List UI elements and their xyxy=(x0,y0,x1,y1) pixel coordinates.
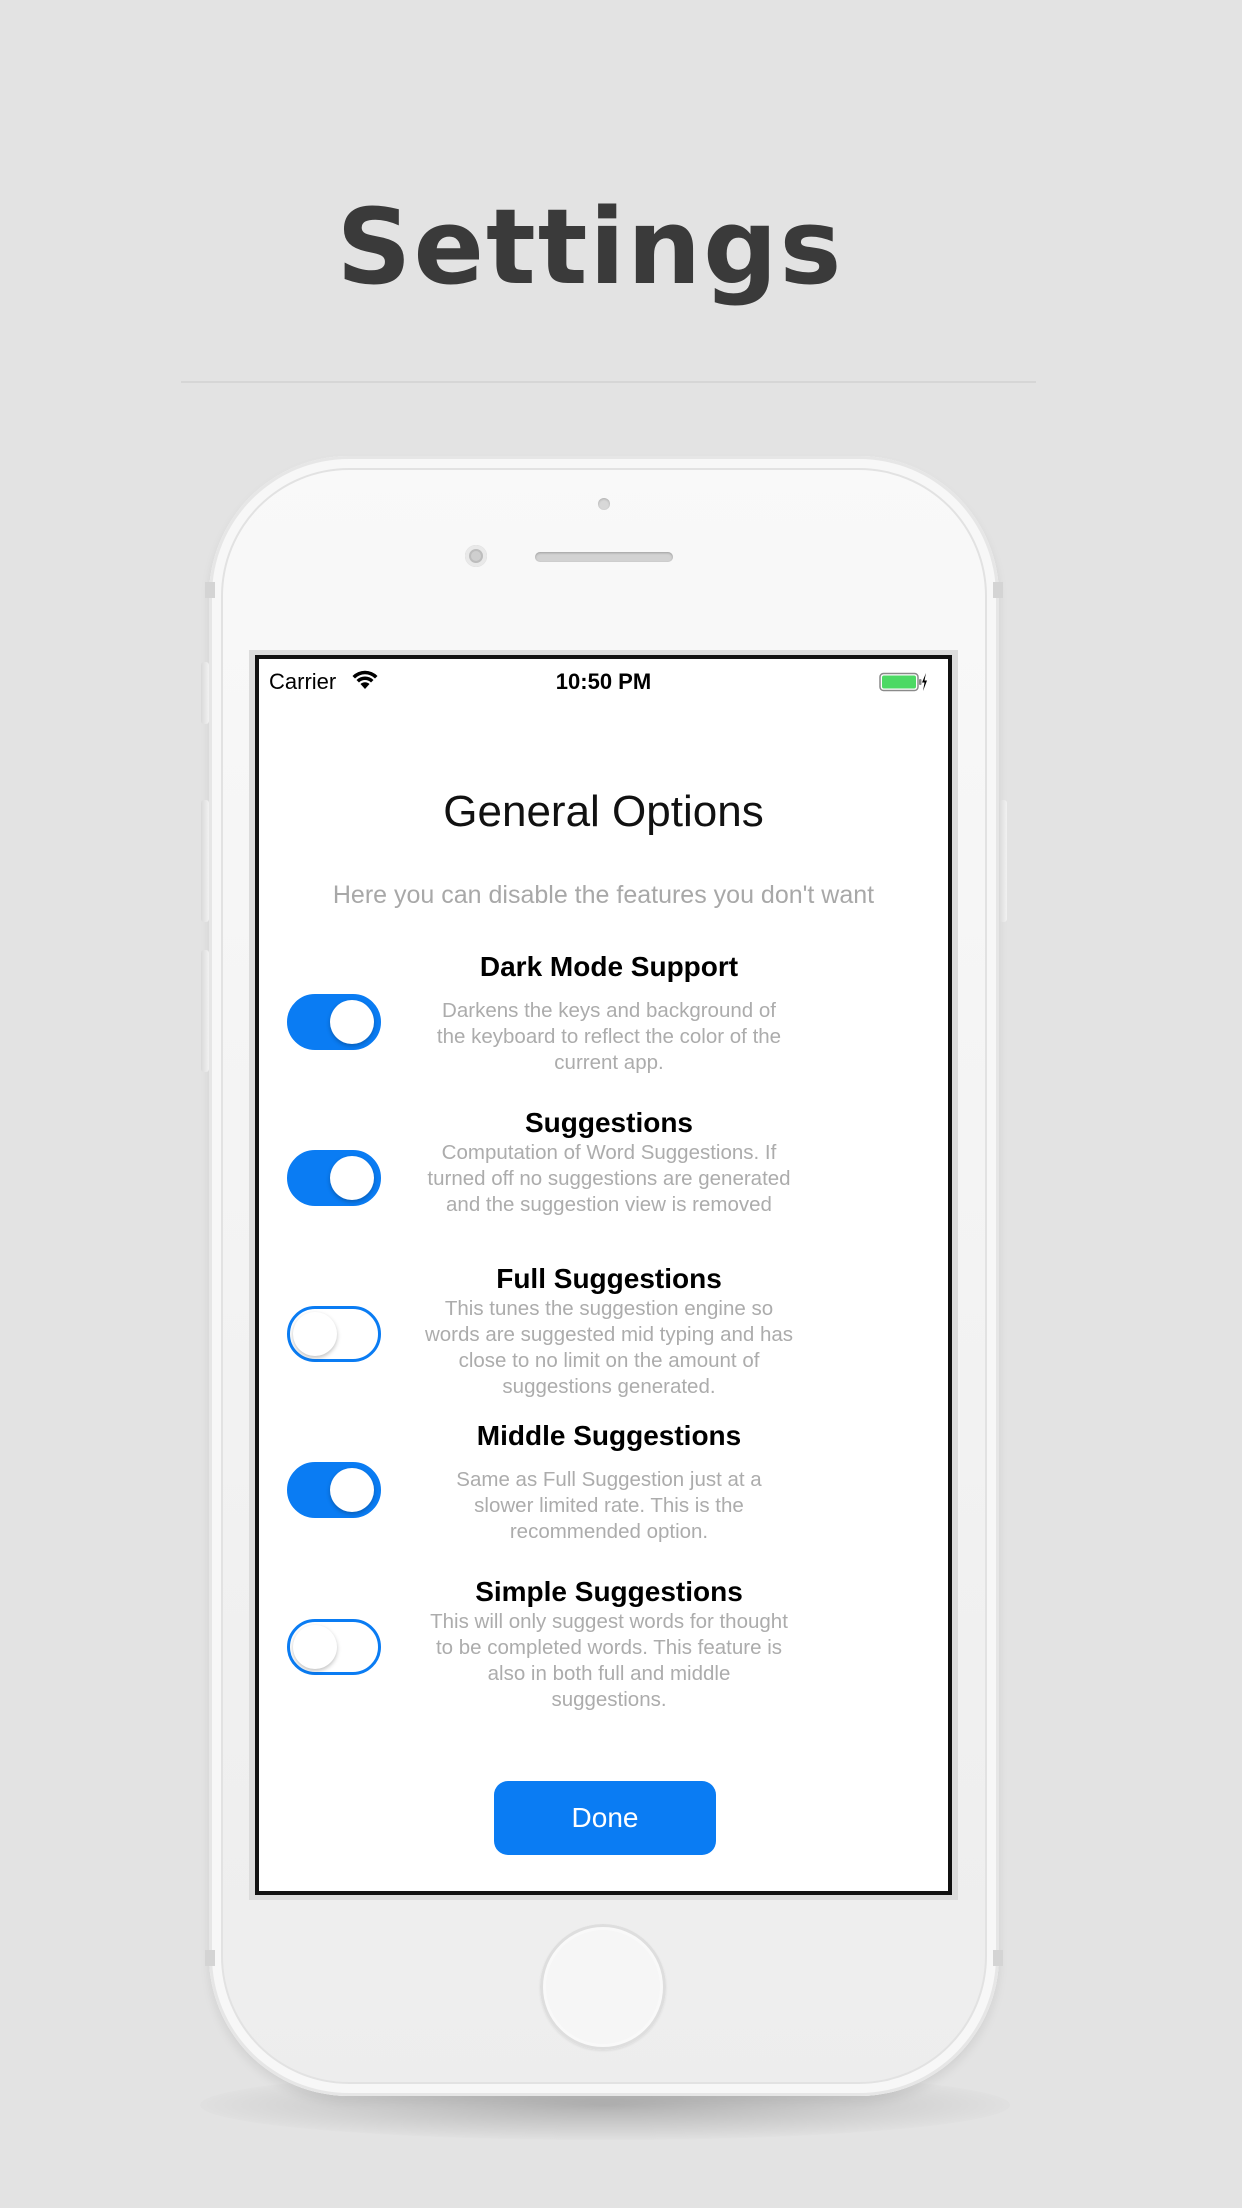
toggle-knob xyxy=(330,1000,374,1044)
middle-suggestions-toggle[interactable] xyxy=(287,1462,381,1518)
option-text: Full Suggestions This tunes the suggesti… xyxy=(419,1262,799,1400)
toggle-knob xyxy=(330,1468,374,1512)
option-simple-suggestions: Simple Suggestions This will only sugges… xyxy=(259,1575,948,1725)
antenna-line xyxy=(993,1950,1003,1966)
antenna-line xyxy=(993,582,1003,598)
antenna-line xyxy=(205,582,215,598)
option-title: Full Suggestions xyxy=(496,1263,722,1294)
full-suggestions-toggle[interactable] xyxy=(287,1306,381,1362)
toggle-knob xyxy=(293,1312,337,1356)
headline-divider xyxy=(181,381,1036,383)
screen: Carrier 10:50 PM General Options Here yo… xyxy=(255,655,952,1895)
volume-down-button xyxy=(201,950,209,1072)
simple-suggestions-toggle[interactable] xyxy=(287,1619,381,1675)
antenna-line xyxy=(205,1950,215,1966)
power-button xyxy=(999,800,1007,922)
volume-up-button xyxy=(201,800,209,922)
option-description: Darkens the keys and background of the k… xyxy=(436,999,782,1074)
option-description: This will only suggest words for thought… xyxy=(430,1610,788,1711)
option-suggestions: Suggestions Computation of Word Suggesti… xyxy=(259,1106,948,1256)
option-dark-mode: Dark Mode Support Darkens the keys and b… xyxy=(259,950,948,1100)
headline: Settings xyxy=(336,186,844,308)
option-text: Suggestions Computation of Word Suggesti… xyxy=(419,1106,799,1218)
suggestions-toggle[interactable] xyxy=(287,1150,381,1206)
proximity-sensor xyxy=(598,498,610,510)
dark-mode-toggle[interactable] xyxy=(287,994,381,1050)
clock: 10:50 PM xyxy=(555,669,652,694)
option-description: Same as Full Suggestion just at a slower… xyxy=(456,1468,762,1543)
battery-icon xyxy=(879,672,927,692)
earpiece-speaker xyxy=(535,552,673,562)
option-title: Dark Mode Support xyxy=(479,951,739,982)
option-title: Suggestions xyxy=(524,1107,693,1138)
option-text: Simple Suggestions This will only sugges… xyxy=(419,1575,799,1713)
done-button[interactable]: Done xyxy=(494,1781,716,1855)
front-camera xyxy=(465,545,487,567)
toggle-knob xyxy=(330,1156,374,1200)
option-full-suggestions: Full Suggestions This tunes the suggesti… xyxy=(259,1262,948,1412)
option-title: Simple Suggestions xyxy=(475,1576,743,1607)
page-title: General Options xyxy=(443,787,764,836)
toggle-knob xyxy=(293,1625,337,1669)
status-bar: Carrier 10:50 PM xyxy=(259,659,948,699)
option-text: Middle Suggestions Same as Full Suggesti… xyxy=(419,1419,799,1545)
mute-switch xyxy=(201,662,209,724)
option-middle-suggestions: Middle Suggestions Same as Full Suggesti… xyxy=(259,1419,948,1569)
home-button[interactable] xyxy=(540,1924,666,2050)
page-subtitle: Here you can disable the features you do… xyxy=(332,881,875,909)
option-text: Dark Mode Support Darkens the keys and b… xyxy=(419,950,799,1076)
option-description: This tunes the suggestion engine so word… xyxy=(424,1297,794,1398)
option-title: Middle Suggestions xyxy=(476,1420,742,1451)
option-description: Computation of Word Suggestions. If turn… xyxy=(427,1141,791,1216)
